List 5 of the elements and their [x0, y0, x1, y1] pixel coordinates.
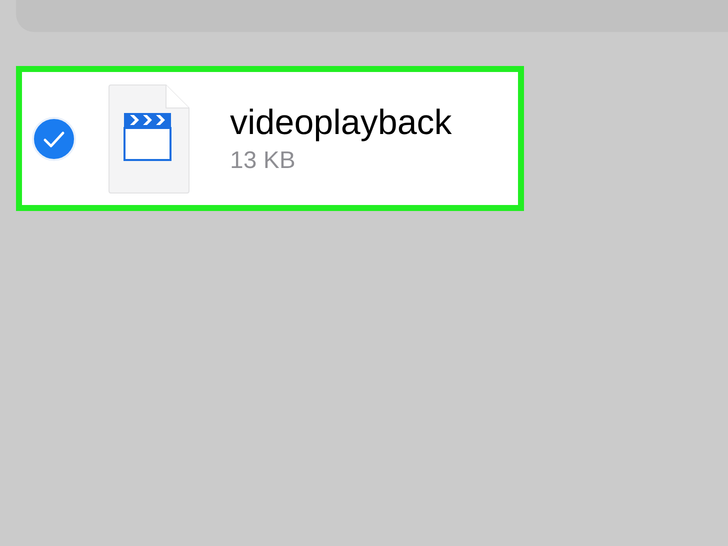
file-size: 13 KB — [230, 146, 296, 174]
checkmark-icon[interactable] — [32, 116, 76, 160]
file-row[interactable]: videoplayback 13 KB — [22, 72, 518, 205]
video-file-icon — [108, 84, 190, 194]
file-name: videoplayback — [230, 102, 452, 142]
